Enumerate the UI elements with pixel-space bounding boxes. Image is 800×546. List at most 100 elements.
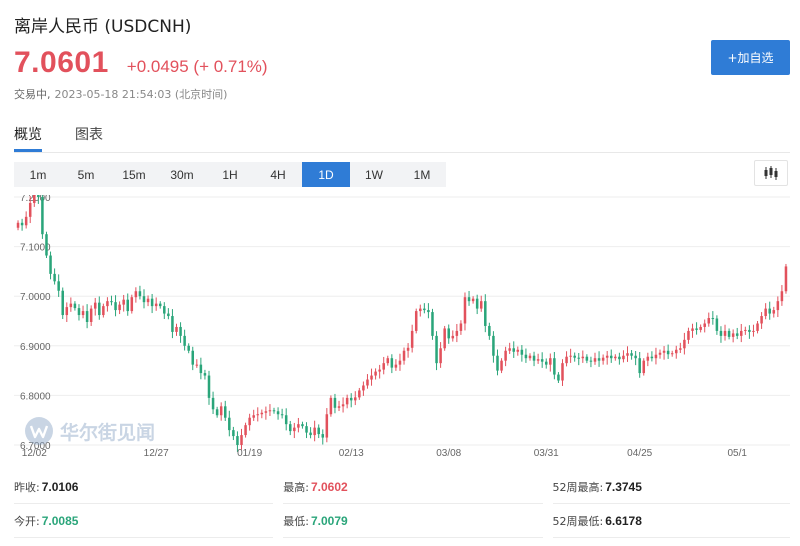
candle-body (163, 306, 166, 314)
stat-value: 7.3745 (605, 479, 642, 494)
quote-timestamp: 2023-05-18 21:54:03 (北京时间) (54, 88, 228, 101)
candle-body (711, 318, 715, 320)
candle-body (622, 355, 625, 360)
stat-value: 7.0106 (41, 479, 79, 494)
range-15m[interactable]: 15m (110, 162, 158, 187)
tab-chart[interactable]: 图表 (75, 124, 103, 152)
candle-body (776, 301, 780, 311)
candle-body (219, 406, 223, 416)
candle-body (256, 414, 260, 416)
candle-body (703, 323, 706, 327)
candle-body (561, 363, 564, 381)
tab-overview[interactable]: 概览 (14, 124, 42, 152)
candle-body (301, 424, 304, 427)
candle-body (752, 330, 755, 332)
x-tick-label: 02/13 (339, 448, 364, 459)
candle-body (536, 359, 540, 361)
candle-body (638, 358, 641, 374)
y-tick-label: 7.0000 (20, 292, 51, 303)
candle-body (268, 410, 272, 412)
candle-body (289, 424, 292, 432)
candle-body (28, 202, 32, 217)
stat-value: 7.0079 (310, 513, 348, 528)
candle-body (61, 290, 64, 316)
candle-body (496, 355, 499, 371)
candle-body (16, 222, 20, 228)
candle-body (695, 328, 698, 330)
candle-body (760, 316, 763, 324)
candle-body (390, 358, 394, 368)
candle-body (325, 414, 329, 438)
candle-body (41, 197, 44, 235)
view-tabs: 概览 图表 (14, 124, 136, 152)
candle-body (772, 310, 776, 314)
candle-body (37, 195, 40, 197)
candle-body (386, 358, 390, 364)
candle-body (419, 308, 422, 312)
range-5m[interactable]: 5m (62, 162, 110, 187)
candle-body (504, 350, 507, 361)
candle-body (484, 301, 487, 326)
range-1w[interactable]: 1W (350, 162, 398, 187)
candle-body (451, 335, 455, 339)
stat-52w-low: 52周最低: 6.6178 (552, 504, 790, 538)
x-tick-label: 03/08 (436, 448, 461, 459)
candle-body (248, 417, 251, 426)
candle-body (528, 355, 532, 359)
stats-row: 今开: 7.0085 最低: 7.0079 52周最低: 6.6178 (14, 504, 790, 538)
candle-body (329, 397, 333, 415)
candle-body (195, 364, 199, 366)
candle-body (475, 298, 479, 309)
x-tick-label: 05/1 (727, 448, 747, 459)
range-30m[interactable]: 30m (158, 162, 206, 187)
candle-body (764, 308, 767, 317)
range-1m[interactable]: 1m (14, 162, 62, 187)
candle-body (553, 358, 556, 375)
range-4h[interactable]: 4H (254, 162, 302, 187)
candle-body (49, 255, 52, 274)
candle-body (544, 361, 548, 365)
candle-body (780, 291, 784, 302)
candle-body (646, 356, 650, 361)
candle-body (345, 397, 349, 405)
candle-body (110, 301, 113, 303)
candle-body (260, 412, 264, 415)
candle-body (642, 360, 646, 374)
candle-body (297, 424, 300, 428)
candle-body (138, 291, 142, 297)
candle-body (540, 359, 544, 362)
candle-body (479, 301, 483, 309)
candle-body (203, 373, 207, 376)
candle-body (305, 426, 308, 433)
candle-body (398, 360, 402, 365)
add-to-watchlist-button[interactable]: +加自选 (711, 40, 790, 75)
range-1d[interactable]: 1D (302, 162, 350, 187)
candle-body (354, 397, 357, 401)
candle-body (276, 411, 280, 415)
candle-body (341, 404, 345, 407)
candle-body (199, 364, 203, 374)
candle-body (57, 281, 60, 291)
stat-value: 6.6178 (605, 513, 642, 528)
candle-body (687, 330, 690, 340)
x-tick-label: 04/25 (627, 448, 652, 459)
candle-body (73, 303, 77, 309)
chart-type-button[interactable] (754, 160, 788, 186)
candle-body (374, 371, 377, 376)
candle-body (53, 273, 56, 282)
candle-body (183, 335, 186, 346)
watermark-text: 华尔街见闻 (60, 421, 156, 444)
candle-body (228, 417, 231, 431)
candle-body (20, 222, 24, 226)
candle-body (654, 354, 658, 359)
candle-body (146, 298, 150, 303)
candle-body (601, 357, 605, 361)
last-price: 7.0601 (14, 46, 109, 79)
candle-body (549, 358, 552, 365)
stat-low: 最低: 7.0079 (283, 504, 543, 538)
range-1h[interactable]: 1H (206, 162, 254, 187)
range-1mo[interactable]: 1M (398, 162, 446, 187)
candle-body (85, 311, 89, 322)
instrument-title: 离岸人民币 (USDCNH) (14, 17, 192, 37)
candle-body (187, 345, 190, 351)
